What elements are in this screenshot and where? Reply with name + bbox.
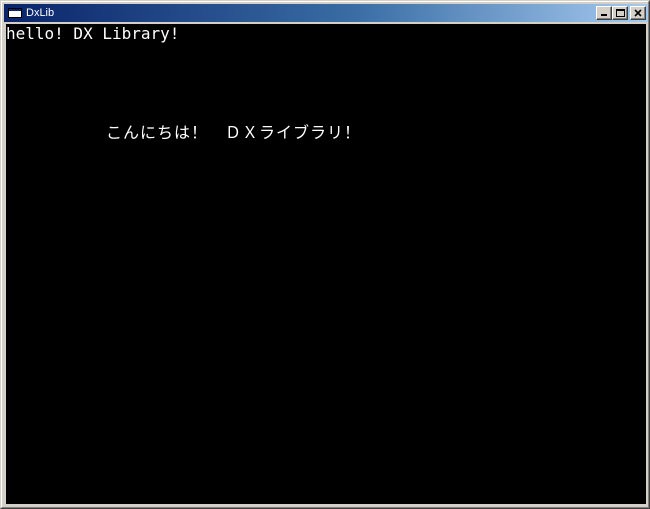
app-window-icon[interactable] [8,8,22,18]
hello-japanese-text: こんにちは！ ＤＸライブラリ！ [106,123,362,142]
minimize-button[interactable] [596,6,612,20]
window-controls [596,6,646,20]
close-icon [634,9,642,17]
hello-english-text: hello! DX Library! [6,24,180,43]
maximize-icon [616,9,625,17]
title-bar[interactable]: DxLib [4,4,648,22]
render-area[interactable]: hello! DX Library! こんにちは！ ＤＸライブラリ！ [6,24,646,504]
minimize-icon [601,14,607,16]
close-button[interactable] [630,6,646,20]
app-window: DxLib hello! DX Library! こんにちは！ ＤＸライブラリ！ [0,0,650,509]
window-title: DxLib [26,7,55,19]
maximize-button[interactable] [612,6,628,20]
window-frame: DxLib hello! DX Library! こんにちは！ ＤＸライブラリ！ [1,1,649,508]
